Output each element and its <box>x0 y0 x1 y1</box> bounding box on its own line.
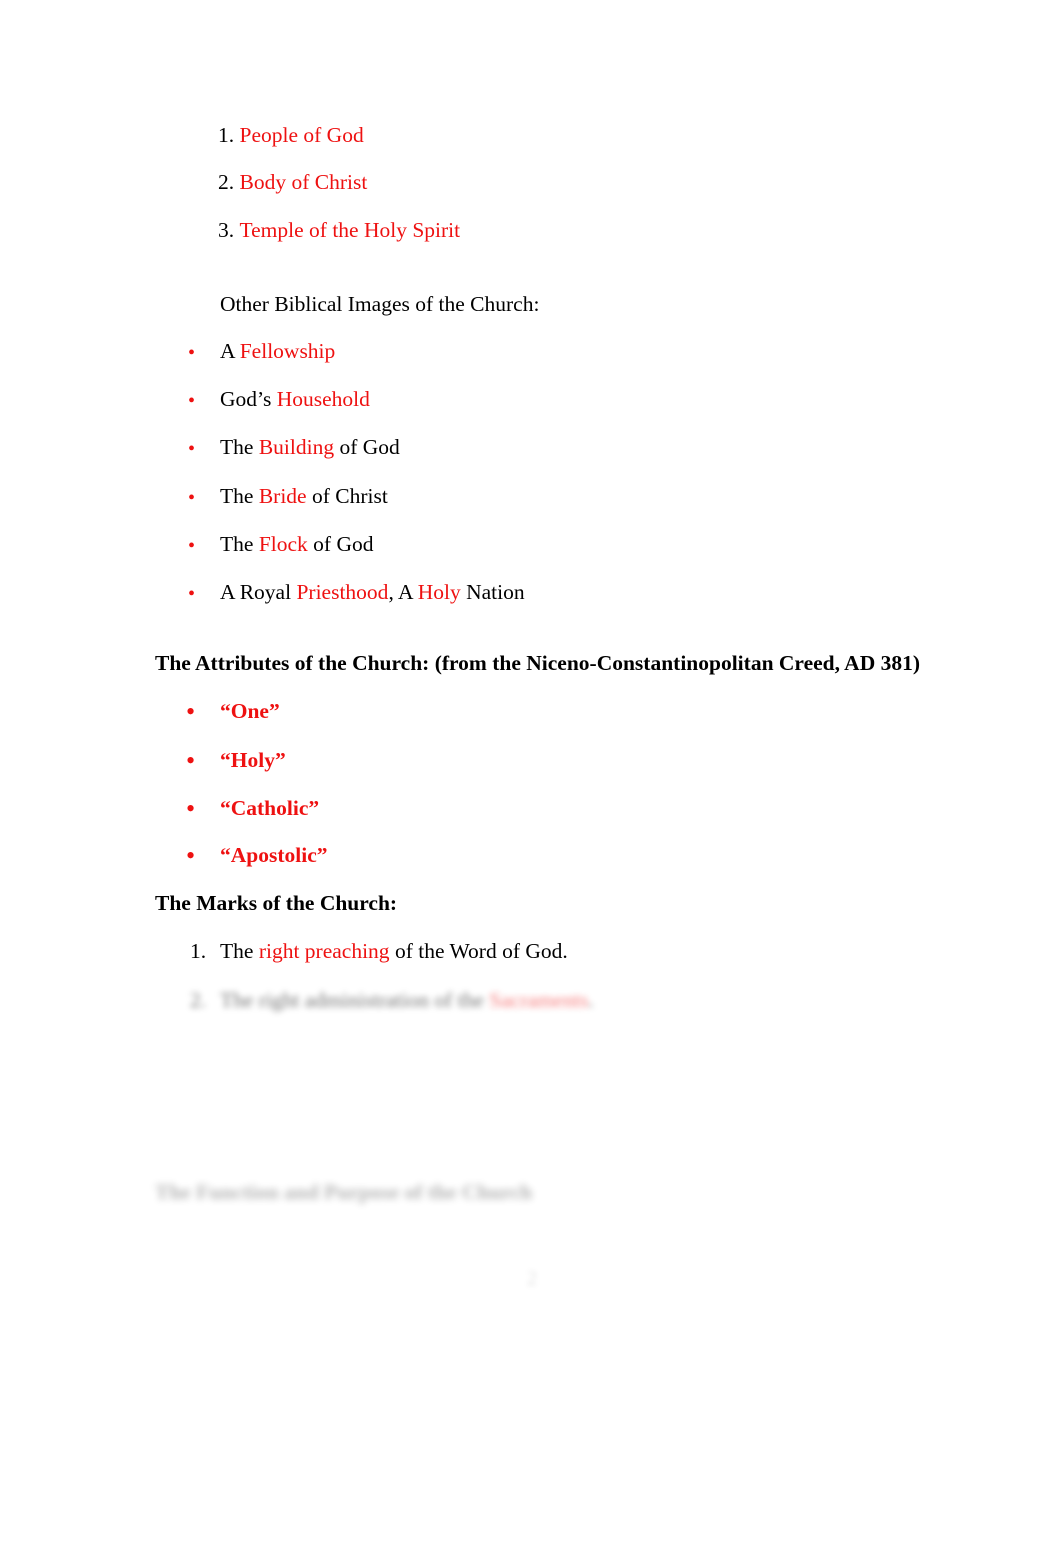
list-item: 3. Temple of the Holy Spirit <box>218 218 461 242</box>
list-item-tail: of the Word of God. <box>389 939 568 963</box>
bullet-icon: • <box>186 746 196 775</box>
list-item-lead: The <box>220 484 259 508</box>
list-item-lead: The <box>220 939 259 963</box>
list-item: 1. People of God <box>218 123 364 147</box>
list-item-accent: Household <box>276 387 370 411</box>
list-item-tail: of God <box>334 435 400 459</box>
list-item: A Fellowship <box>220 339 336 363</box>
bullet-icon: • <box>188 438 196 460</box>
list-item-text: Body of Christ <box>239 170 368 194</box>
list-item-tail: , A <box>388 580 418 604</box>
list-item-lead: A <box>220 339 240 363</box>
list-item-text: People of God <box>239 123 364 147</box>
list-item-accent: Flock <box>258 532 308 556</box>
list-item: The Flock of God <box>220 532 374 556</box>
list-item-accent: right preaching <box>258 939 390 963</box>
bullet-icon: • <box>188 583 196 605</box>
list-marker: 2. <box>218 170 235 194</box>
bullet-icon: • <box>188 342 196 364</box>
bullet-icon: • <box>186 697 196 726</box>
list-marker: 1. <box>190 939 207 963</box>
list-item: A Royal Priesthood, A Holy Nation <box>220 580 525 604</box>
list-item-accent: Priesthood <box>296 580 389 604</box>
page-number: 2 <box>526 1266 538 1290</box>
list-item-lead: The <box>220 435 259 459</box>
list-item-lead: The right administration of the <box>220 988 490 1012</box>
bullet-icon: • <box>188 487 196 509</box>
list-marker: 3. <box>218 218 235 242</box>
list-item-lead: A Royal <box>220 580 297 604</box>
attributes-heading: The Attributes of the Church: (from the … <box>155 651 921 675</box>
list-item: 2. Body of Christ <box>218 170 368 194</box>
list-item-accent: Sacraments <box>489 988 589 1012</box>
list-item-lead: God’s <box>220 387 277 411</box>
other-images-intro: Other Biblical Images of the Church: <box>220 292 540 316</box>
list-item-lead: The <box>220 532 259 556</box>
attribute-item: “Catholic” <box>220 796 320 820</box>
bullet-icon: • <box>186 841 196 870</box>
list-item-tail: . <box>588 988 594 1012</box>
bullet-icon: • <box>186 794 196 823</box>
list-item-tail: of God <box>307 532 374 556</box>
list-item: The Building of God <box>220 435 400 459</box>
attribute-item: “Holy” <box>220 748 286 772</box>
list-item-text: Temple of the Holy Spirit <box>239 218 461 242</box>
document-page: 1. People of God 2. Body of Christ 3. Te… <box>0 0 1062 1556</box>
list-item-accent: Bride <box>258 484 307 508</box>
bullet-icon: • <box>188 535 196 557</box>
list-item: The right preaching of the Word of God. <box>220 939 568 963</box>
attribute-item: “Apostolic” <box>220 843 328 867</box>
list-item-accent-2: Holy <box>417 580 461 604</box>
list-item-tail-2: Nation <box>460 580 525 604</box>
marks-heading: The Marks of the Church: <box>155 891 398 915</box>
function-section-heading: The Function and Purpose of the Church <box>155 1180 533 1204</box>
list-item-accent: Fellowship <box>239 339 336 363</box>
list-item: The right administration of the Sacramen… <box>220 988 594 1012</box>
bullet-icon: • <box>188 390 196 412</box>
list-item: The Bride of Christ <box>220 484 388 508</box>
list-marker: 1. <box>218 123 235 147</box>
list-item: God’s Household <box>220 387 370 411</box>
list-item-tail: of Christ <box>306 484 388 508</box>
list-item-accent: Building <box>258 435 335 459</box>
attribute-item: “One” <box>220 699 280 723</box>
list-marker: 2. <box>190 988 207 1012</box>
